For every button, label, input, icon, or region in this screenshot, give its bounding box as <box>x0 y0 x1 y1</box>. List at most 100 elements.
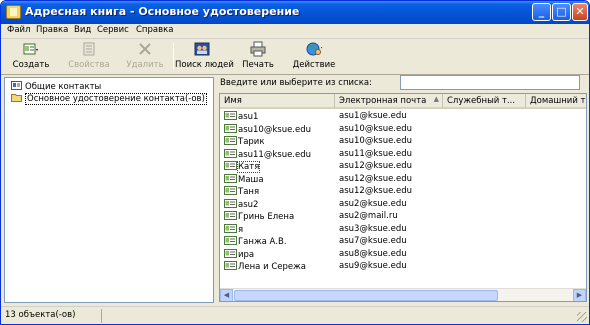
address-book-window: Адресная книга - Основное удостоверение … <box>0 0 590 325</box>
action-globe-icon <box>306 42 322 56</box>
contact-card-icon <box>224 186 237 195</box>
menu-help[interactable]: Справка <box>136 25 173 35</box>
folder-tree[interactable]: Общие контакты Основное удостоверение ко… <box>4 77 214 303</box>
scroll-left-button[interactable]: ◀ <box>220 289 233 301</box>
minimize-button[interactable]: _ <box>532 3 551 21</box>
scroll-right-button[interactable]: ▶ <box>573 289 586 301</box>
contact-name: asu10@ksue.edu <box>238 124 312 135</box>
contact-email: asu8@ksue.edu <box>339 248 407 259</box>
delete-icon <box>139 43 151 55</box>
tree-label-main: Основное удостоверение контакта(-ов) <box>25 93 207 105</box>
shared-contacts-icon <box>11 81 22 90</box>
contact-name-cell: ира <box>224 248 255 260</box>
column-header-home-phone[interactable]: Домашний телефо <box>526 94 586 108</box>
contact-name: asu11@ksue.edu <box>238 149 312 160</box>
maximize-button[interactable]: □ <box>552 3 571 21</box>
column-header-name[interactable]: Имя <box>220 94 335 108</box>
contact-name-cell: Катя <box>224 161 261 173</box>
search-input[interactable] <box>400 75 580 90</box>
contact-row[interactable]: asu10@ksue.edu asu10@ksue.edu <box>220 123 586 137</box>
contact-row[interactable]: Маша asu12@ksue.edu <box>220 173 586 187</box>
create-button[interactable]: Создать <box>5 40 57 72</box>
contact-email: asu10@ksue.edu <box>339 136 413 146</box>
status-bar: 13 объекта(-ов) <box>1 306 589 324</box>
address-book-icon <box>6 5 21 19</box>
horizontal-scrollbar[interactable]: ◀ ▶ <box>220 288 586 301</box>
contact-email: asu7@ksue.edu <box>339 236 407 246</box>
contact-name: asu2 <box>238 199 259 210</box>
print-label: Печать <box>242 60 274 70</box>
tree-item-shared-contacts[interactable]: Общие контакты <box>11 81 101 92</box>
status-divider <box>101 309 102 323</box>
printer-icon <box>250 41 266 57</box>
contact-row[interactable]: я asu3@ksue.edu <box>220 223 586 237</box>
contact-card-icon <box>224 248 237 258</box>
contact-name-cell: asu1 <box>224 111 258 122</box>
menu-file[interactable]: Файл <box>7 25 30 35</box>
contact-card-icon <box>224 236 237 245</box>
close-button[interactable]: ✕ <box>572 3 588 21</box>
delete-button[interactable]: Удалить <box>121 40 169 72</box>
contact-email: asu9@ksue.edu <box>339 261 407 271</box>
find-people-button[interactable]: Поиск людей <box>175 40 234 72</box>
contact-name: Ганжа А.В. <box>238 237 287 247</box>
resize-grip[interactable] <box>577 312 587 322</box>
status-count: 13 объекта(-ов) <box>5 310 76 320</box>
contact-card-icon <box>224 211 237 220</box>
contact-name-cell: Тарик <box>224 136 264 147</box>
contact-card-icon <box>224 136 237 145</box>
tree-label-shared: Общие контакты <box>25 82 102 92</box>
print-button[interactable]: Печать <box>235 40 281 72</box>
column-header-email[interactable]: Электронная почта ▲ <box>335 94 443 108</box>
contact-row[interactable]: asu1 asu1@ksue.edu <box>220 111 586 124</box>
find-people-icon <box>194 42 210 56</box>
contact-email: asu3@ksue.edu <box>339 223 407 234</box>
menu-edit[interactable]: Правка <box>36 25 68 35</box>
contact-row[interactable]: Лена и Сережа asu9@ksue.edu <box>220 261 586 274</box>
title-bar[interactable]: Адресная книга - Основное удостоверение … <box>1 1 589 24</box>
new-contact-icon <box>23 43 38 55</box>
contact-name: Катя <box>236 161 261 173</box>
contact-name: я <box>238 224 244 235</box>
contact-name-cell: Ганжа А.В. <box>224 236 287 247</box>
contact-email: asu1@ksue.edu <box>339 111 407 121</box>
action-button[interactable]: Действие <box>291 40 337 72</box>
menu-view[interactable]: Вид <box>74 25 91 35</box>
contact-email: asu11@ksue.edu <box>339 148 413 159</box>
contact-name: Лена и Сережа <box>238 262 306 272</box>
properties-button[interactable]: Свойства <box>63 40 115 72</box>
contact-card-icon <box>224 173 237 183</box>
column-header-work-phone[interactable]: Служебный т... <box>443 94 526 108</box>
column-header-email-label: Электронная почта <box>339 96 427 106</box>
toolbar: Создать Свойства Удалить Поиск людей Печ… <box>1 39 589 75</box>
contact-row[interactable]: Катя asu12@ksue.edu <box>220 161 586 174</box>
contact-name: Маша <box>238 174 264 185</box>
contact-row[interactable]: Гринь Елена asu2@mail.ru <box>220 211 586 224</box>
contact-name-cell: asu2 <box>224 198 259 210</box>
contact-name-cell: Маша <box>224 173 264 185</box>
contact-row[interactable]: ира asu8@ksue.edu <box>220 248 586 262</box>
contact-card-icon <box>224 123 237 133</box>
contact-name-cell: Таня <box>224 186 259 197</box>
contact-email: asu2@ksue.edu <box>339 198 407 209</box>
scroll-thumb[interactable] <box>234 290 498 301</box>
tree-item-main-identity[interactable]: Основное удостоверение контакта(-ов) <box>11 93 207 105</box>
contact-name: ира <box>238 249 255 260</box>
contact-name-cell: asu10@ksue.edu <box>224 123 312 135</box>
contact-name: Гринь Елена <box>238 212 295 222</box>
contact-card-icon <box>224 148 237 158</box>
contact-card-icon <box>224 111 237 120</box>
contact-email: asu10@ksue.edu <box>339 123 413 134</box>
contact-row[interactable]: Тарик asu10@ksue.edu <box>220 136 586 149</box>
contact-card-icon <box>224 198 237 208</box>
properties-label: Свойства <box>68 60 110 70</box>
menu-tools[interactable]: Сервис <box>97 25 129 35</box>
contact-row[interactable]: Ганжа А.В. asu7@ksue.edu <box>220 236 586 249</box>
contact-name: Тарик <box>238 137 265 147</box>
contact-row[interactable]: asu2 asu2@ksue.edu <box>220 198 586 212</box>
contact-card-icon <box>224 161 237 170</box>
delete-label: Удалить <box>126 60 164 70</box>
contact-row[interactable]: asu11@ksue.edu asu11@ksue.edu <box>220 148 586 162</box>
contacts-list[interactable]: Имя Электронная почта ▲ Служебный т... Д… <box>219 93 587 302</box>
contact-row[interactable]: Таня asu12@ksue.edu <box>220 186 586 199</box>
